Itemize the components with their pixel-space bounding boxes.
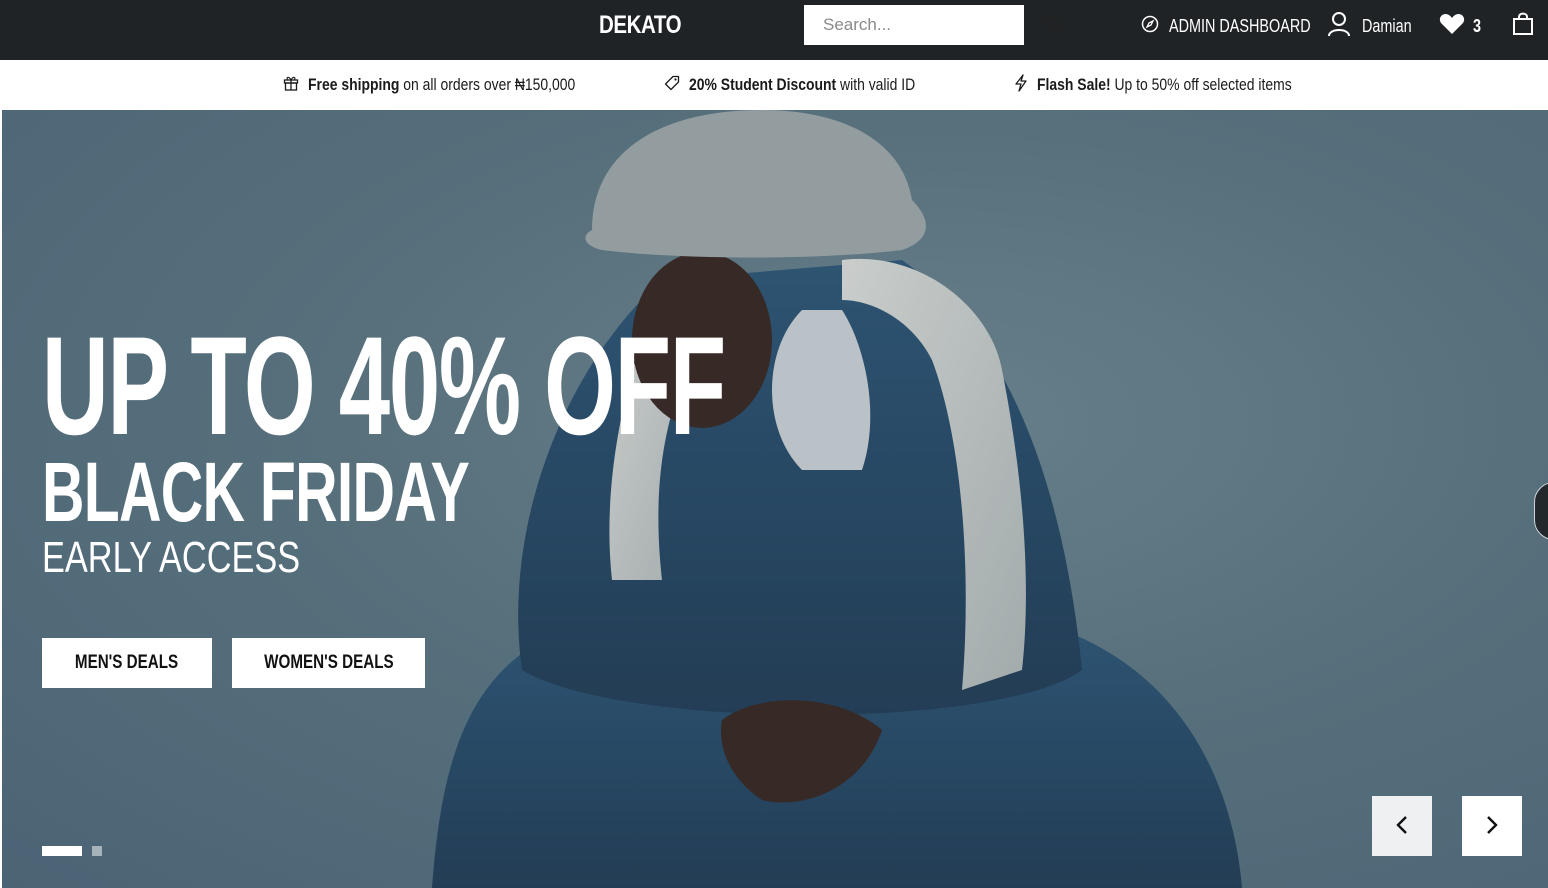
previous-slide-button[interactable]	[1372, 796, 1432, 856]
promo-free-shipping: Free shipping on all orders over ₦150,00…	[283, 74, 634, 96]
search-box	[804, 5, 1063, 45]
user-icon	[1327, 11, 1351, 42]
slide-indicators	[42, 846, 102, 856]
promo-1-text: on all orders over ₦150,000	[399, 75, 576, 94]
shopping-bag-icon	[1512, 12, 1534, 41]
top-navbar: DEKATO ADMIN DASHBOARD Damian 3	[0, 0, 1548, 60]
promo-student-discount: 20% Student Discount with valid ID	[664, 74, 965, 96]
slide-indicator-2[interactable]	[92, 846, 102, 856]
promo-flash-sale: Flash Sale! Up to 50% off selected items	[1014, 73, 1348, 97]
heart-icon	[1439, 13, 1465, 40]
hero-subheadline: BLACK FRIDAY	[42, 445, 470, 539]
user-name: Damian	[1362, 15, 1412, 36]
gift-icon	[283, 75, 299, 96]
womens-deals-button[interactable]: WOMEN'S DEALS	[232, 638, 425, 688]
mens-deals-label: MEN'S DEALS	[75, 652, 179, 673]
promo-2-text: with valid ID	[836, 75, 916, 94]
hero-banner: UP TO 40% OFF BLACK FRIDAY EARLY ACCESS …	[2, 110, 1548, 888]
admin-dashboard-link[interactable]: ADMIN DASHBOARD	[1141, 0, 1346, 52]
user-account-link[interactable]: Damian	[1327, 0, 1424, 52]
slide-indicator-1[interactable]	[42, 846, 82, 856]
hero-tagline: EARLY ACCESS	[42, 533, 301, 582]
search-icon[interactable]	[1044, 5, 1064, 45]
promo-1-bold: Free shipping	[308, 75, 400, 94]
promo-3-bold: Flash Sale!	[1037, 75, 1111, 94]
next-slide-button[interactable]	[1462, 796, 1522, 856]
site-logo[interactable]: DEKATO	[599, 11, 682, 40]
search-input[interactable]	[804, 5, 1044, 45]
admin-dashboard-label: ADMIN DASHBOARD	[1169, 15, 1311, 36]
wishlist-count: 3	[1473, 15, 1482, 36]
cart-link[interactable]	[1512, 0, 1534, 52]
promo-bar: Free shipping on all orders over ₦150,00…	[0, 60, 1548, 110]
lightning-icon	[1014, 73, 1028, 97]
wishlist-link[interactable]: 3	[1439, 0, 1483, 52]
tag-icon	[664, 75, 680, 96]
hero-headline: UP TO 40% OFF	[42, 307, 726, 464]
promo-3-text: Up to 50% off selected items	[1110, 75, 1292, 94]
mens-deals-button[interactable]: MEN'S DEALS	[42, 638, 212, 688]
promo-2-bold: 20% Student Discount	[689, 75, 837, 94]
compass-icon	[1141, 15, 1159, 38]
chevron-right-icon	[1485, 815, 1499, 838]
chevron-left-icon	[1395, 815, 1409, 838]
womens-deals-label: WOMEN'S DEALS	[263, 652, 394, 673]
